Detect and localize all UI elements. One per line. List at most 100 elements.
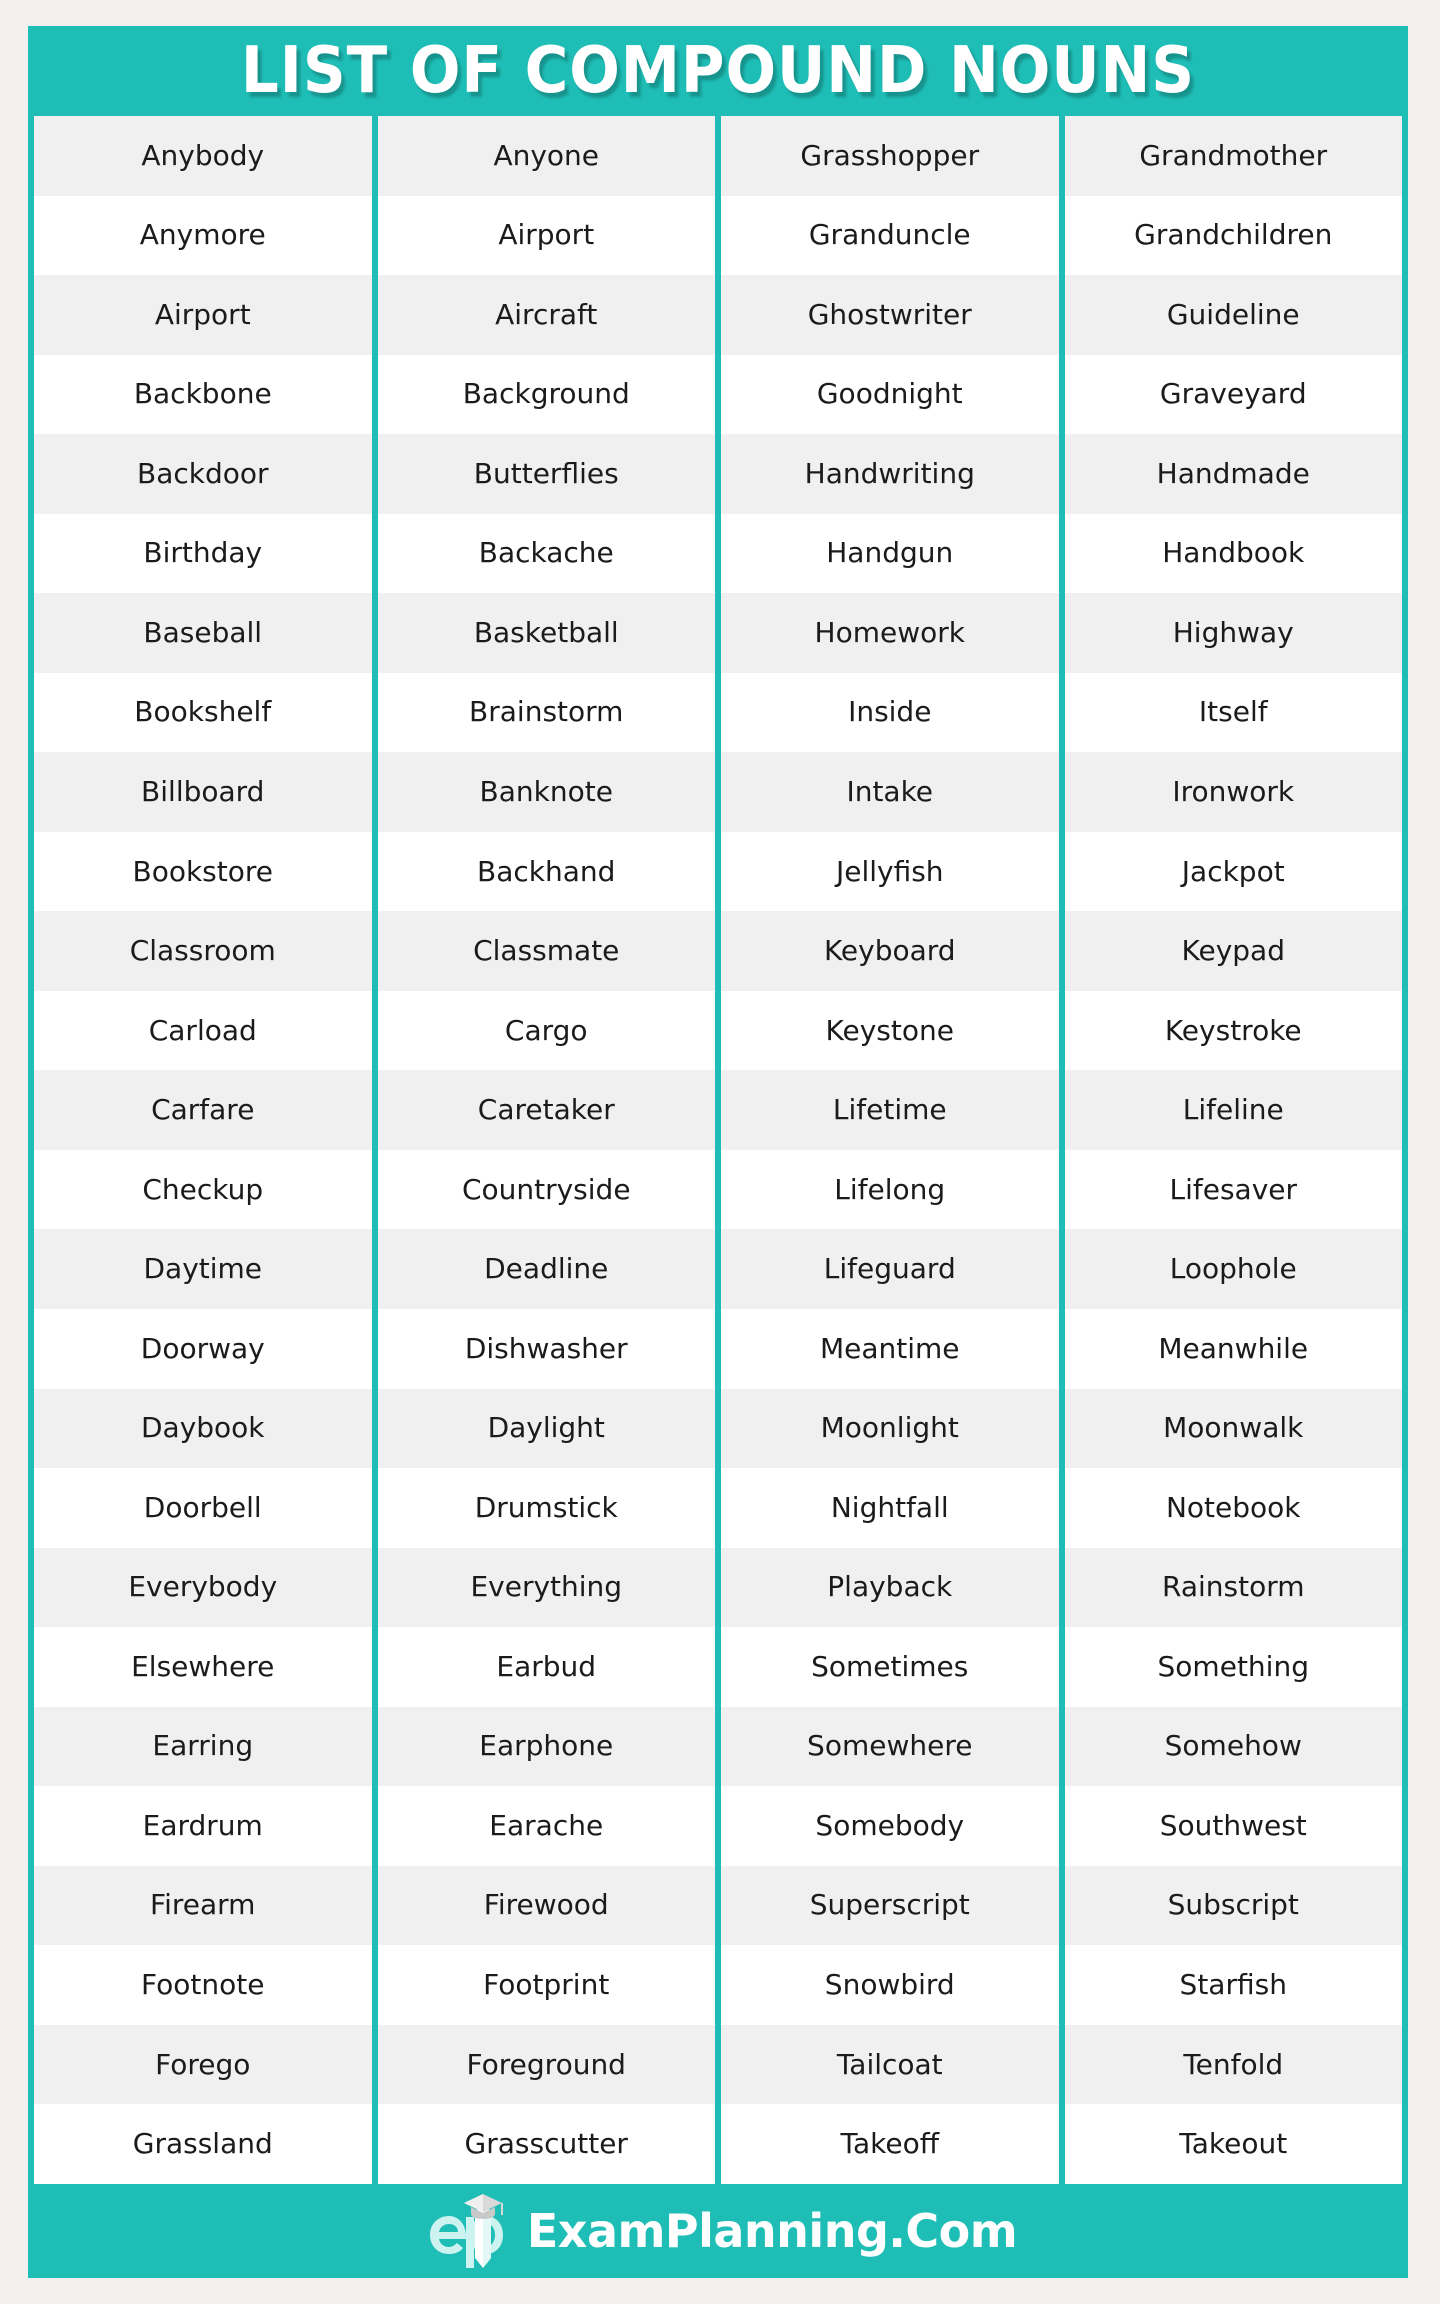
table-cell: Moonwalk <box>1064 1388 1402 1469</box>
ep-graduation-cap-icon <box>419 2194 511 2268</box>
table-cell: Something <box>1064 1627 1402 1707</box>
table-cell: Tenfold <box>1064 2024 1402 2105</box>
table-cell: Earbud <box>377 1627 715 1707</box>
header-bar: LIST OF COMPOUND NOUNS <box>28 26 1408 116</box>
table-cell: Handgun <box>721 513 1059 594</box>
table-cell: Grasscutter <box>377 2104 715 2184</box>
table-cell: Classmate <box>377 911 715 991</box>
table-cell: Notebook <box>1064 1468 1402 1548</box>
table-cell: Handbook <box>1064 513 1402 594</box>
table-cell: Highway <box>1064 593 1402 673</box>
table-cell: Lifeguard <box>721 1229 1059 1309</box>
table-cell: Lifesaver <box>1064 1149 1402 1230</box>
table-column-4: Grandmother Grandchildren Guideline Graveya… <box>1064 116 1402 2184</box>
table-cell: Homework <box>721 593 1059 673</box>
table-cell: Granduncle <box>721 195 1059 276</box>
table-cell: Elsewhere <box>34 1627 372 1707</box>
table-cell: Daytime <box>34 1229 372 1309</box>
table-cell: Doorbell <box>34 1468 372 1548</box>
table-cell: Birthday <box>34 513 372 594</box>
table-cell: Takeout <box>1064 2104 1402 2184</box>
table-cell: Loophole <box>1064 1229 1402 1309</box>
table-cell: Carload <box>34 990 372 1071</box>
compound-nouns-card: LIST OF COMPOUND NOUNS Anybody Anymore Air… <box>28 26 1408 2278</box>
table-cell: Bookstore <box>34 831 372 912</box>
table-cell: Playback <box>721 1547 1059 1628</box>
table-cell: Graveyard <box>1064 354 1402 435</box>
table-cell: Meantime <box>721 1308 1059 1389</box>
table-cell: Footprint <box>377 1945 715 2025</box>
table-cell: Inside <box>721 672 1059 753</box>
table-cell: Classroom <box>34 911 372 991</box>
table-cell: Subscript <box>1064 1865 1402 1946</box>
table-cell: Starfish <box>1064 1945 1402 2025</box>
table-cell: Goodnight <box>721 354 1059 435</box>
table-cell: Brainstorm <box>377 672 715 753</box>
table-cell: Backbone <box>34 354 372 435</box>
table-cell: Lifeline <box>1064 1070 1402 1150</box>
table-cell: Keystone <box>721 990 1059 1071</box>
table-cell: Drumstick <box>377 1468 715 1548</box>
table-column-1: Anybody Anymore Airport Backbone Backdoor Bir… <box>34 116 372 2184</box>
table-cell: Doorway <box>34 1308 372 1389</box>
table-cell: Backache <box>377 513 715 594</box>
table-cell: Firewood <box>377 1865 715 1946</box>
nouns-table: Anybody Anymore Airport Backbone Backdoor Bir… <box>28 116 1408 2184</box>
table-cell: Firearm <box>34 1865 372 1946</box>
table-cell: Tailcoat <box>721 2024 1059 2105</box>
table-cell: Grassland <box>34 2104 372 2184</box>
table-cell: Bookshelf <box>34 672 372 753</box>
table-cell: Background <box>377 354 715 435</box>
table-cell: Forego <box>34 2024 372 2105</box>
table-cell: Intake <box>721 752 1059 832</box>
table-cell: Airport <box>377 195 715 276</box>
table-cell: Rainstorm <box>1064 1547 1402 1628</box>
table-cell: Anyone <box>377 116 715 196</box>
table-cell: Ironwork <box>1064 752 1402 832</box>
table-cell: Grasshopper <box>721 116 1059 196</box>
table-cell: Jackpot <box>1064 831 1402 912</box>
brand-label: ExamPlanning.Com <box>526 2204 1018 2258</box>
table-cell: Anymore <box>34 195 372 276</box>
table-cell: Snowbird <box>721 1945 1059 2025</box>
table-cell: Countryside <box>377 1149 715 1230</box>
footer-bar: ExamPlanning.Com <box>28 2184 1408 2278</box>
table-cell: Everybody <box>34 1547 372 1628</box>
table-cell: Nightfall <box>721 1468 1059 1548</box>
table-cell: Superscript <box>721 1865 1059 1946</box>
table-cell: Lifelong <box>721 1149 1059 1230</box>
table-cell: Meanwhile <box>1064 1308 1402 1389</box>
table-cell: Takeoff <box>721 2104 1059 2184</box>
table-cell: Moonlight <box>721 1388 1059 1469</box>
table-cell: Basketball <box>377 593 715 673</box>
table-cell: Backdoor <box>34 434 372 514</box>
table-cell: Grandmother <box>1064 116 1402 196</box>
table-cell: Foreground <box>377 2024 715 2105</box>
table-cell: Daybook <box>34 1388 372 1469</box>
table-cell: Checkup <box>34 1149 372 1230</box>
table-cell: Carfare <box>34 1070 372 1150</box>
table-cell: Cargo <box>377 990 715 1071</box>
table-cell: Butterflies <box>377 434 715 514</box>
table-cell: Dishwasher <box>377 1308 715 1389</box>
table-cell: Southwest <box>1064 1786 1402 1866</box>
table-cell: Somewhere <box>721 1706 1059 1787</box>
table-cell: Daylight <box>377 1388 715 1469</box>
table-cell: Keyboard <box>721 911 1059 991</box>
table-cell: Somehow <box>1064 1706 1402 1787</box>
table-cell: Itself <box>1064 672 1402 753</box>
table-cell: Airport <box>34 275 372 355</box>
page-title: LIST OF COMPOUND NOUNS <box>240 34 1196 108</box>
table-cell: Everything <box>377 1547 715 1628</box>
table-cell: Deadline <box>377 1229 715 1309</box>
table-cell: Earring <box>34 1706 372 1787</box>
table-cell: Caretaker <box>377 1070 715 1150</box>
table-cell: Handmade <box>1064 434 1402 514</box>
table-cell: Keypad <box>1064 911 1402 991</box>
table-cell: Backhand <box>377 831 715 912</box>
table-column-2: Anyone Airport Aircraft Background Butterfli… <box>377 116 715 2184</box>
table-cell: Sometimes <box>721 1627 1059 1707</box>
table-cell: Baseball <box>34 593 372 673</box>
table-cell: Anybody <box>34 116 372 196</box>
table-column-3: Grasshopper Granduncle Ghostwriter Goodnigh… <box>721 116 1059 2184</box>
